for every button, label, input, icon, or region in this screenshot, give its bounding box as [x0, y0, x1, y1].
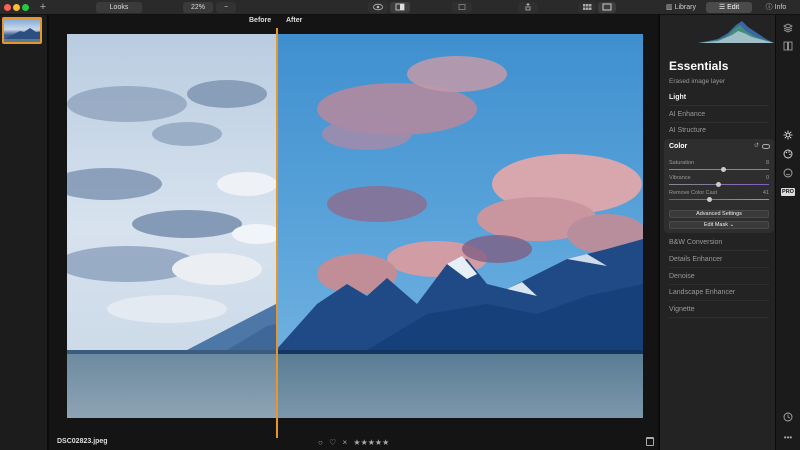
remove-color-cast-value: 41 — [762, 190, 769, 196]
section-ai-structure[interactable]: AI Structure — [669, 127, 769, 138]
toggle-icon[interactable] — [762, 144, 770, 149]
section-denoise[interactable]: Denoise — [669, 273, 769, 285]
tab-library-label: Library — [674, 4, 696, 11]
histogram — [698, 21, 774, 43]
section-landscape-enhancer[interactable]: Landscape Enhancer — [669, 289, 769, 301]
remove-color-cast-knob[interactable] — [707, 197, 712, 202]
zoom-select[interactable]: 22% — [183, 2, 213, 13]
reset-icon[interactable]: ↺ — [754, 142, 759, 149]
compare-divider-handle[interactable] — [276, 28, 278, 438]
layers-icon[interactable] — [783, 23, 793, 33]
color-label-icon[interactable]: ○ — [318, 438, 323, 447]
saturation-value: 8 — [765, 160, 769, 166]
saturation-label: Saturation — [669, 160, 695, 166]
single-view-button[interactable] — [598, 2, 616, 13]
tab-info[interactable]: ⓘ Info — [756, 2, 796, 13]
tab-library[interactable]: ▥ Library — [660, 2, 702, 13]
color-section-title[interactable]: Color — [669, 143, 687, 150]
zoom-out-icon: − — [223, 4, 229, 11]
grid-view-button[interactable] — [578, 2, 596, 13]
after-label: After — [286, 17, 303, 24]
sun-icon[interactable] — [783, 130, 793, 140]
star-rating[interactable]: ★★★★★ — [353, 438, 389, 447]
pro-tools-icon[interactable]: PRO — [781, 188, 795, 196]
crop-icon — [458, 4, 466, 10]
vibrance-knob[interactable] — [716, 182, 721, 187]
looks-label: Looks — [109, 4, 129, 11]
sliders-icon: ☰ — [718, 4, 728, 11]
thumbnail-selected[interactable] — [2, 17, 42, 44]
color-section: Color ↺ Saturation 8 Vibrance 0 Remove C… — [664, 139, 774, 233]
eye-icon — [373, 3, 383, 11]
share-button[interactable] — [518, 2, 538, 13]
single-view-icon — [602, 3, 612, 11]
more-icon[interactable]: ••• — [783, 433, 793, 443]
vibrance-value: 0 — [765, 175, 769, 181]
before-label: Before — [249, 17, 272, 24]
photo-preview[interactable] — [67, 34, 643, 418]
panel-title: Essentials — [669, 59, 729, 73]
compare-split-icon — [395, 3, 405, 11]
clock-icon[interactable] — [783, 412, 793, 422]
vibrance-slider[interactable] — [669, 182, 769, 187]
tab-edit[interactable]: ☰ Edit — [706, 2, 752, 13]
minimize-window-button[interactable] — [13, 4, 20, 11]
trash-icon[interactable] — [646, 437, 654, 446]
section-details-enhancer[interactable]: Details Enhancer — [669, 256, 769, 268]
remove-color-cast-slider[interactable] — [669, 197, 769, 202]
close-window-button[interactable] — [4, 4, 11, 11]
rating-bar: ○ ♡ × ★★★★★ — [318, 438, 393, 447]
vibrance-label: Vibrance — [669, 175, 691, 181]
section-ai-enhance[interactable]: AI Enhance — [669, 111, 769, 123]
add-icon[interactable]: + — [36, 1, 50, 13]
share-icon — [525, 2, 531, 11]
section-bw-conversion[interactable]: B&W Conversion — [669, 239, 769, 251]
panel-subtitle: Erased image layer — [669, 78, 725, 85]
remove-color-cast-label: Remove Color Cast — [669, 190, 717, 196]
reject-icon[interactable]: × — [342, 438, 347, 447]
face-icon[interactable] — [783, 168, 793, 178]
tab-edit-label: Edit — [727, 4, 740, 11]
library-icon: ▥ — [666, 4, 675, 11]
info-icon: ⓘ — [765, 4, 775, 11]
zoom-value: 22% — [190, 4, 205, 11]
tool-rail: PRO ••• — [776, 15, 800, 450]
compare-icon[interactable] — [783, 41, 793, 51]
zoom-window-button[interactable] — [22, 4, 29, 11]
top-toolbar: + Looks 22% − ▥ Library ☰ Edit ⓘ Info — [0, 0, 800, 15]
looks-button[interactable]: Looks — [96, 2, 142, 13]
thumbnail-image — [4, 28, 40, 42]
section-light[interactable]: Light — [669, 94, 769, 106]
saturation-knob[interactable] — [721, 167, 726, 172]
landscape-photo — [67, 34, 643, 418]
filmstrip — [0, 15, 48, 450]
compare-split-button[interactable] — [390, 2, 410, 13]
grid-icon — [583, 4, 592, 10]
section-vignette[interactable]: Vignette — [669, 306, 769, 318]
tab-info-label: Info — [774, 4, 787, 11]
advanced-settings-button[interactable]: Advanced Settings — [669, 210, 769, 218]
edit-panel: Essentials Erased image layer Light AI E… — [659, 15, 775, 450]
palette-icon[interactable] — [783, 149, 793, 159]
preview-eye-button[interactable] — [368, 2, 388, 13]
zoom-out-button[interactable]: − — [216, 2, 236, 13]
crop-button[interactable] — [452, 2, 472, 13]
heart-icon[interactable]: ♡ — [329, 438, 336, 447]
saturation-slider[interactable] — [669, 167, 769, 172]
edit-mask-button[interactable]: Edit Mask ⌄ — [669, 221, 769, 229]
filename: DSC02823.jpeg — [57, 438, 108, 445]
